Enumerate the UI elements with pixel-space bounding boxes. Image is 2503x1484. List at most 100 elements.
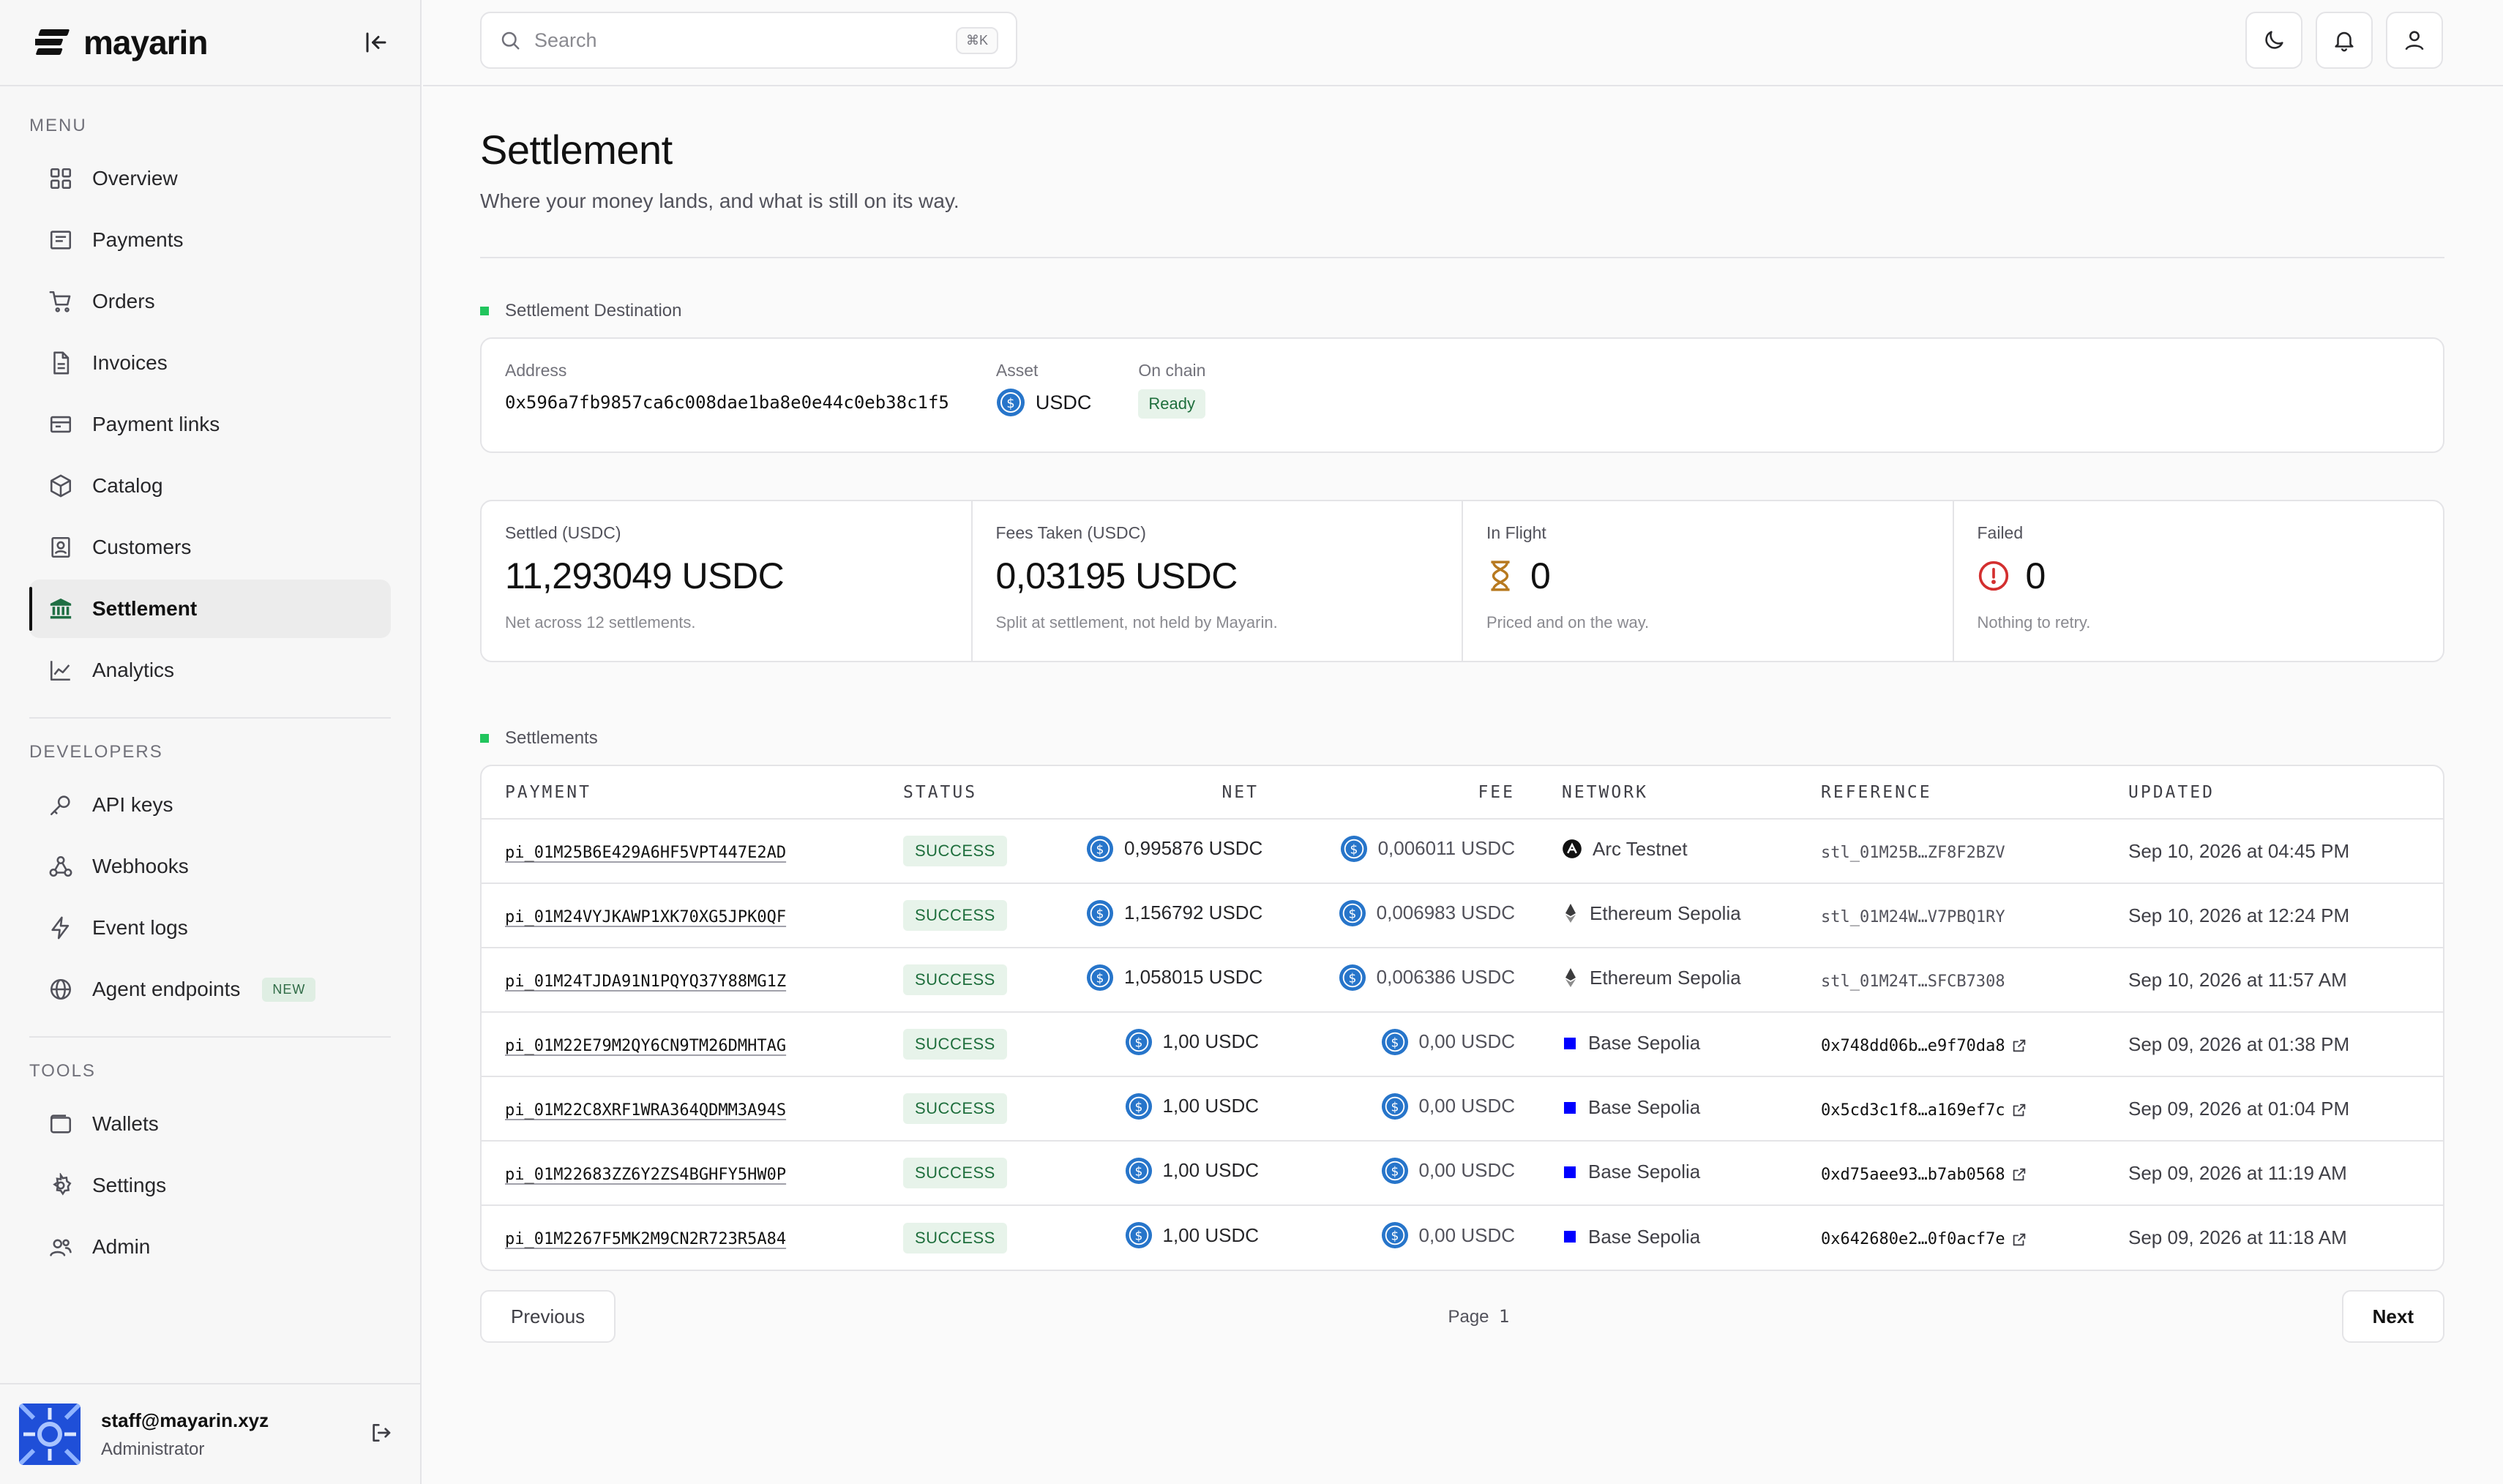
payment-id-link[interactable]: pi_01M22E79M2QY6CN9TM26DMHTAG [505, 1037, 786, 1055]
payment-id-link[interactable]: pi_01M22683ZZ6Y2ZS4BGHFY5HW0P [505, 1166, 786, 1184]
user-icon [2405, 31, 2424, 50]
sidebar-item-invoices[interactable]: Invoices [29, 334, 391, 392]
reference-text: 0x5cd3c1f8…a169ef7c [1821, 1101, 2005, 1120]
usdc-icon: $ [1340, 835, 1367, 862]
sidebar-item-webhooks[interactable]: Webhooks [29, 837, 391, 896]
reference-text: 0x748dd06b…e9f70da8 [1821, 1036, 2005, 1055]
search-input[interactable] [534, 29, 943, 52]
column-header-status[interactable]: STATUS [880, 766, 1063, 820]
user-email: staff@mayarin.xyz [101, 1409, 269, 1431]
svg-text:$: $ [1391, 1164, 1399, 1179]
notifications-button[interactable] [2316, 12, 2373, 69]
stat-note: Priced and on the way. [1486, 613, 1650, 632]
payment-id-link[interactable]: pi_01M22C8XRF1WRA364QDMM3A94S [505, 1101, 786, 1120]
reference-text: stl_01M25B…ZF8F2BZV [1821, 843, 2005, 862]
sidebar-item-orders[interactable]: Orders [29, 272, 391, 331]
cell-payment: pi_01M22683ZZ6Y2ZS4BGHFY5HW0P [482, 1141, 880, 1206]
svg-text:$: $ [1391, 1035, 1399, 1050]
usdc-icon: $ [1339, 899, 1366, 926]
payment-id-link[interactable]: pi_01M24TJDA91N1PQYQ37Y88MG1Z [505, 973, 786, 991]
sidebar-item-payment-links[interactable]: Payment links [29, 395, 391, 454]
address-value[interactable]: 0x596a7fb9857ca6c008dae1ba8e0e44c0eb38c1… [505, 392, 949, 413]
profile-button[interactable] [2386, 12, 2443, 69]
sidebar-item-overview[interactable]: Overview [29, 149, 391, 208]
sidebar-item-admin[interactable]: Admin [29, 1218, 391, 1276]
reference-link[interactable]: 0xd75aee93…b7ab0568 [1821, 1166, 2027, 1184]
payment-id-link[interactable]: pi_01M25B6E429A6HF5VPT447E2AD [505, 844, 786, 862]
status-badge: SUCCESS [903, 1222, 1007, 1253]
cell-status: SUCCESS [880, 1076, 1063, 1142]
usdc-icon: $ [1381, 1028, 1408, 1055]
reference-link[interactable]: 0x642680e2…0f0acf7e [1821, 1230, 2027, 1248]
payment-id-link[interactable]: pi_01M2267F5MK2M9CN2R723R5A84 [505, 1230, 786, 1248]
reference-link[interactable]: 0x5cd3c1f8…a169ef7c [1821, 1101, 2027, 1120]
tools-section-label: TOOLS [29, 1061, 96, 1081]
network-name: Ethereum Sepolia [1590, 966, 1741, 989]
theme-toggle-button[interactable] [2245, 12, 2302, 69]
sidebar-item-api-keys[interactable]: API keys [29, 776, 391, 834]
fee-amount: 0,00 USDC [1418, 1159, 1516, 1181]
sidebar-item-label: Agent endpoints [92, 978, 241, 1000]
table-row[interactable]: pi_01M22E79M2QY6CN9TM26DMHTAG SUCCESS $1,0… [482, 1012, 2443, 1077]
column-header-updated[interactable]: UPDATED [2105, 766, 2443, 820]
svg-text:$: $ [1134, 1035, 1142, 1050]
asset-label: Asset [995, 361, 1039, 380]
usdc-icon: $ [1125, 1157, 1152, 1184]
table-row[interactable]: pi_01M24TJDA91N1PQYQ37Y88MG1Z SUCCESS $1,0… [482, 948, 2443, 1013]
status-badge: SUCCESS [903, 1158, 1007, 1188]
brand-logo[interactable]: mayarin [35, 23, 208, 62]
table-row[interactable]: pi_01M2267F5MK2M9CN2R723R5A84 SUCCESS $1,0… [482, 1205, 2443, 1270]
settlements-table: PAYMENT STATUS NET FEE NETWORK REFERENCE… [482, 766, 2443, 1270]
sidebar-item-catalog[interactable]: Catalog [29, 457, 391, 515]
cell-network: Base Sepolia [1538, 1012, 1797, 1077]
table-row[interactable]: pi_01M24VYJKAWP1XK70XG5JPK0QF SUCCESS $1,1… [482, 883, 2443, 948]
logout-button[interactable] [369, 1421, 395, 1447]
next-button[interactable]: Next [2341, 1290, 2444, 1343]
payment-id-link[interactable]: pi_01M24VYJKAWP1XK70XG5JPK0QF [505, 908, 786, 926]
svg-text:$: $ [1006, 396, 1014, 411]
receipt-icon [50, 231, 72, 250]
alert-circle-icon [1978, 561, 2008, 591]
stat-fees: Fees Taken (USDC) 0,03195 USDC Split at … [973, 501, 1463, 661]
cell-payment: pi_01M22E79M2QY6CN9TM26DMHTAG [482, 1012, 880, 1077]
sidebar-item-event-logs[interactable]: Event logs [29, 899, 391, 957]
developers-section-label: DEVELOPERS [29, 742, 163, 762]
brand-header: mayarin [0, 0, 420, 86]
sidebar-item-settlement[interactable]: Settlement [29, 580, 391, 638]
svg-text:$: $ [1134, 1100, 1142, 1114]
section-marker [480, 307, 489, 315]
collapse-sidebar-button[interactable] [356, 22, 397, 63]
svg-text:$: $ [1350, 842, 1358, 857]
column-header-payment[interactable]: PAYMENT [482, 766, 880, 820]
stat-note: Nothing to retry. [1977, 613, 2091, 632]
sidebar-item-customers[interactable]: Customers [29, 518, 391, 577]
network-name: Base Sepolia [1588, 1225, 1701, 1248]
cell-updated: Sep 09, 2026 at 01:04 PM [2105, 1076, 2443, 1142]
stat-label: Fees Taken (USDC) [995, 523, 1146, 542]
column-header-reference[interactable]: REFERENCE [1797, 766, 2105, 820]
avatar[interactable] [19, 1404, 81, 1465]
sidebar-item-payments[interactable]: Payments [29, 211, 391, 269]
stat-in-flight: In Flight 0 Priced and on the way. [1463, 501, 1954, 661]
wallet-icon [50, 1114, 72, 1133]
column-header-fee[interactable]: FEE [1282, 766, 1538, 820]
sidebar-item-settings[interactable]: Settings [29, 1156, 391, 1215]
table-row[interactable]: pi_01M22683ZZ6Y2ZS4BGHFY5HW0P SUCCESS $1,0… [482, 1141, 2443, 1206]
column-header-network[interactable]: NETWORK [1538, 766, 1797, 820]
reference-link[interactable]: 0x748dd06b…e9f70da8 [1821, 1037, 2027, 1055]
cell-network: Base Sepolia [1538, 1205, 1797, 1270]
chart-line-icon [50, 661, 70, 681]
sidebar-item-analytics[interactable]: Analytics [29, 641, 391, 700]
stat-label: In Flight [1486, 523, 1546, 542]
sidebar-item-wallets[interactable]: Wallets [29, 1095, 391, 1153]
sidebar-item-agent-endpoints[interactable]: Agent endpoints NEW [29, 960, 391, 1019]
previous-button[interactable]: Previous [480, 1290, 616, 1343]
column-header-net[interactable]: NET [1063, 766, 1282, 820]
table-row[interactable]: pi_01M25B6E429A6HF5VPT447E2AD SUCCESS $0,9… [482, 819, 2443, 884]
cell-fee: $0,00 USDC [1282, 1205, 1538, 1270]
divider [480, 257, 2444, 258]
search-box[interactable]: ⌘K [480, 12, 1017, 69]
destination-section-header: Settlement Destination [480, 301, 2444, 321]
base-icon [1564, 1037, 1576, 1049]
table-row[interactable]: pi_01M22C8XRF1WRA364QDMM3A94S SUCCESS $1,0… [482, 1076, 2443, 1142]
